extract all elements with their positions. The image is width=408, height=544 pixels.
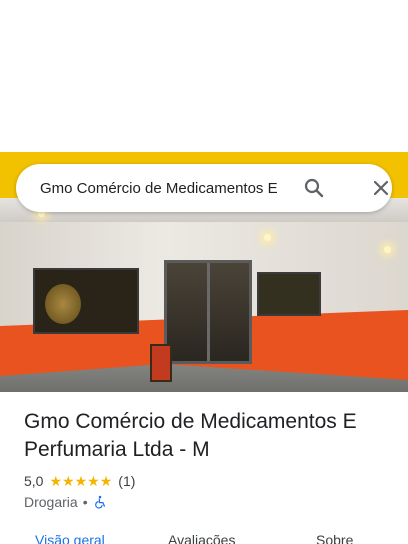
place-title: Gmo Comércio de Medicamentos E Perfumari… [24, 410, 357, 461]
tab-overview[interactable]: Visão geral [35, 532, 105, 544]
separator-dot: • [82, 494, 88, 510]
search-bar[interactable]: Gmo Comércio de Medicamentos E [16, 164, 392, 212]
star-icon: ★ [49, 473, 63, 489]
search-icon[interactable] [302, 176, 326, 200]
rating-stars: ★ ★ ★ ★ ★ [49, 474, 112, 488]
place-category: Drogaria [24, 494, 78, 510]
search-input[interactable]: Gmo Comércio de Medicamentos E [40, 180, 298, 197]
close-icon[interactable] [369, 176, 393, 200]
tab-about[interactable]: Sobre [316, 532, 353, 544]
tab-reviews[interactable]: Avaliações [168, 532, 235, 544]
star-icon: ★ [99, 473, 113, 489]
wheelchair-icon [94, 495, 105, 509]
map-area [0, 0, 408, 152]
tab-bar: Visão geral Avaliações Sobre [0, 528, 408, 544]
review-count[interactable]: (1) [118, 473, 135, 489]
rating-row[interactable]: 5,0 ★ ★ ★ ★ ★ (1) [24, 472, 135, 490]
star-icon: ★ [87, 473, 100, 489]
star-icon: ★ [74, 473, 88, 489]
category-row: Drogaria • [24, 493, 107, 511]
star-icon: ★ [62, 473, 75, 489]
rating-value: 5,0 [24, 473, 44, 489]
